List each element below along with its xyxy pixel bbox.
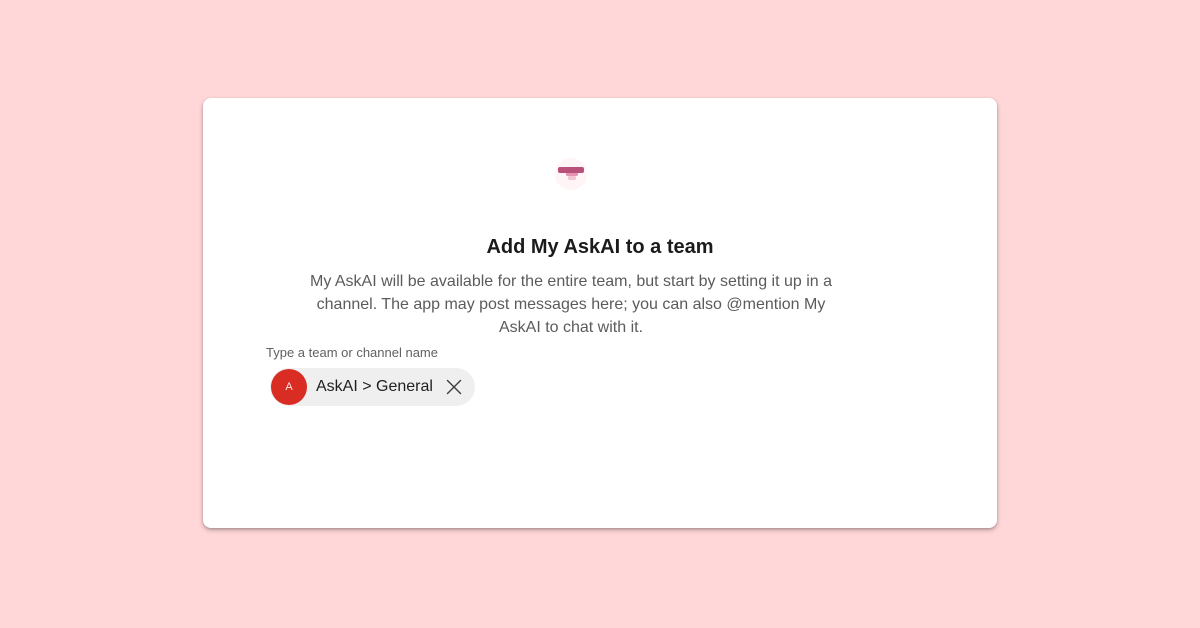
team-avatar: A <box>271 369 307 405</box>
selected-channel-chip[interactable]: A AskAI > General <box>270 368 475 406</box>
app-logo-icon <box>555 158 587 190</box>
dialog-title: Add My AskAI to a team <box>486 236 714 258</box>
dialog-description: My AskAI will be available for the entir… <box>309 273 833 336</box>
add-to-team-dialog: Add My AskAI to a team My AskAI will be … <box>203 98 997 528</box>
selected-channel-label: AskAI > General <box>316 378 433 395</box>
close-icon[interactable] <box>444 377 464 397</box>
channel-field-label: Type a team or channel name <box>266 345 438 360</box>
